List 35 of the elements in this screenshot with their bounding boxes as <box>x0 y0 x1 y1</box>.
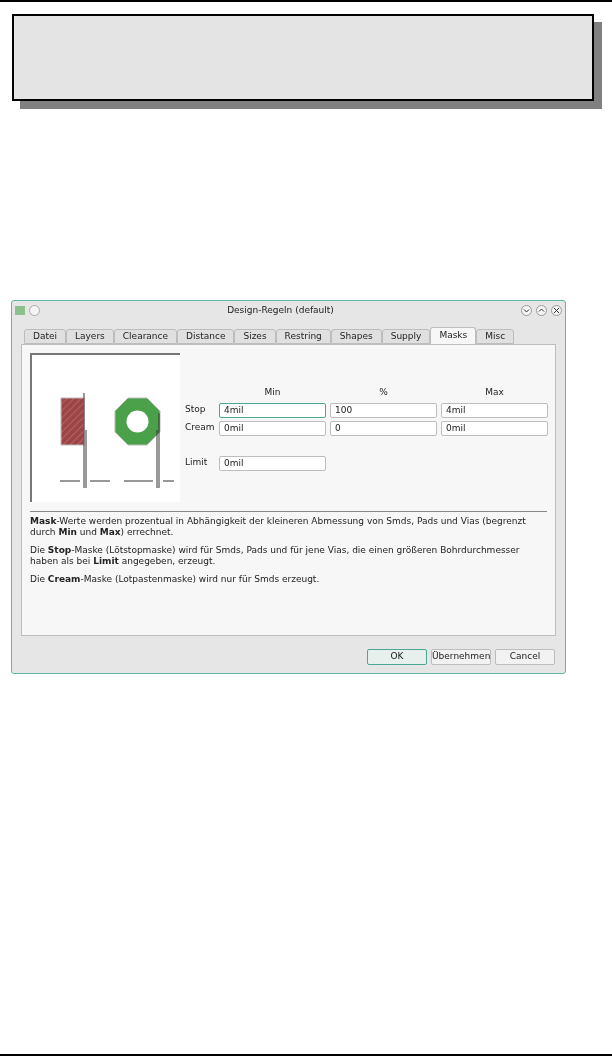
dialog-button[interactable]: Übernehmen <box>431 649 491 665</box>
tab[interactable]: Layers <box>66 329 114 344</box>
row-label: Cream <box>185 421 216 435</box>
description-paragraph: Die Cream-Maske (Lotpastenmaske) wird nur für Smds erzeugt. <box>30 574 321 585</box>
tab[interactable]: Restring <box>275 329 331 344</box>
description-paragraph: Mask-Werte werden prozentual in Abhängigkeit der kleineren Abmessung von Smds, Pads und Vias (begrenzt durch Min und Max) errechnet. <box>30 516 527 538</box>
dialog-button[interactable]: OK <box>367 649 427 665</box>
description-paragraph: Die Stop-Maske (Lötstopmaske) wird für Smds, Pads und für jene Vias, die einen größeren Bohrdurchmesser haben als bei Limit angegeben, erzeugt. <box>30 545 521 567</box>
text-field[interactable]: 0mil <box>219 420 326 436</box>
tab[interactable]: Datei <box>24 329 66 344</box>
maximize-icon[interactable] <box>536 305 547 316</box>
column-header: Max <box>484 386 505 399</box>
text-field[interactable]: 0 <box>330 420 437 436</box>
column-header: Min <box>263 386 282 399</box>
pin-icon[interactable] <box>29 305 40 316</box>
row-label: Stop <box>185 403 207 417</box>
text-field[interactable]: 100 <box>330 402 437 418</box>
tab[interactable]: Shapes <box>330 329 382 344</box>
text-field[interactable]: 0mil <box>219 455 326 471</box>
tab[interactable]: Distance <box>177 329 235 344</box>
dialog-button[interactable]: Cancel <box>495 649 555 665</box>
window-title: Design-Regeln (default) <box>226 303 335 317</box>
tab[interactable]: Clearance <box>113 329 178 344</box>
minimize-icon[interactable] <box>521 305 532 316</box>
tab[interactable]: Misc <box>476 329 515 344</box>
text-field[interactable]: 4mil <box>441 402 548 418</box>
text-field[interactable]: 0mil <box>441 420 548 436</box>
row-label: Limit <box>185 456 209 470</box>
column-header: % <box>378 386 389 399</box>
text-field[interactable]: 4mil <box>219 402 326 418</box>
tab[interactable]: Masks <box>430 327 477 344</box>
tab[interactable]: Supply <box>381 329 431 344</box>
app-icon <box>15 306 25 315</box>
close-icon[interactable] <box>551 305 562 316</box>
tab[interactable]: Sizes <box>234 329 276 344</box>
